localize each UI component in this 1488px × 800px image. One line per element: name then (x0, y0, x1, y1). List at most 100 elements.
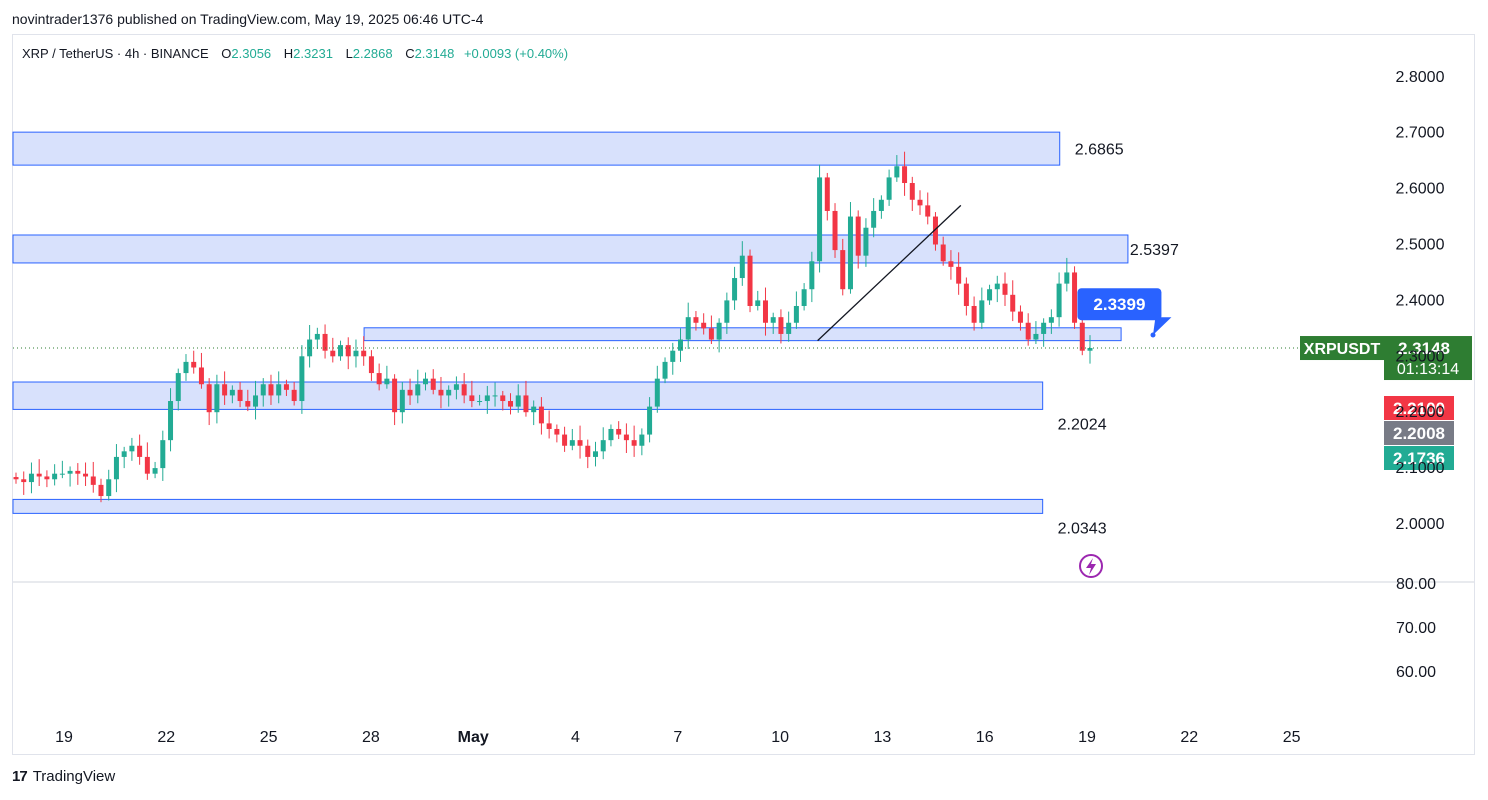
candle-body (1064, 272, 1070, 284)
candle-body (376, 373, 382, 385)
candle-body (809, 261, 815, 290)
candle-body (716, 322, 722, 340)
candle-body (608, 428, 614, 441)
candle-body (886, 177, 892, 200)
candle-body (399, 389, 405, 413)
candle-body (222, 384, 228, 396)
time-tick-label: May (458, 729, 489, 746)
price-chart[interactable]: 2.6865 2.5397 2.2024 2.0343 2.3399 XRPUSDT 2.… (0, 0, 1488, 800)
candle-body (925, 205, 931, 217)
candle-body (1079, 322, 1085, 351)
candle-body (407, 389, 413, 396)
tradingview-logo-icon: 17 (12, 768, 28, 785)
high-value: 2.3231 (293, 46, 333, 61)
candle-body (917, 199, 923, 206)
candle-body (639, 434, 645, 446)
candle-body (762, 300, 768, 323)
candle-body (291, 389, 297, 402)
candle-body (585, 445, 591, 457)
candle-body (971, 305, 977, 323)
candle-body (840, 250, 846, 290)
candle-body (793, 305, 799, 323)
price-tick-label: 2.8000 (1396, 69, 1445, 86)
oscillator-tick-label: 70.00 (1396, 620, 1436, 637)
candle-body (508, 401, 514, 407)
candle-body (577, 440, 583, 446)
candle-body (778, 317, 784, 334)
candle-body (801, 289, 807, 306)
price-tick-label: 2.5000 (1396, 237, 1445, 254)
candle-body (956, 266, 962, 284)
candle-body (1048, 317, 1054, 323)
candle-body (361, 350, 367, 357)
candle-body (52, 473, 58, 480)
candle-body (732, 278, 738, 301)
candle-body (283, 384, 289, 390)
candle-body (129, 445, 135, 452)
candle-body (631, 440, 637, 446)
low-value: 2.2868 (352, 46, 393, 61)
candle-body (994, 283, 1000, 290)
oscillator-tick-label: 80.00 (1396, 576, 1436, 593)
candle-body (592, 451, 598, 457)
time-tick-label: 22 (1180, 729, 1198, 746)
zone-price-label: 2.0343 (1058, 520, 1107, 537)
oscillator-tick-label: 60.00 (1396, 664, 1436, 681)
candle-body (724, 300, 730, 323)
candle-body (198, 367, 204, 385)
candle-body (268, 384, 274, 396)
candle-body (1041, 322, 1047, 334)
price-tick-label: 2.1000 (1396, 460, 1445, 477)
candle-body (677, 339, 683, 351)
zone-price-label: 2.2024 (1058, 416, 1107, 433)
candle-body (670, 350, 676, 362)
candle-body (430, 378, 436, 390)
candle-body (940, 244, 946, 262)
candle-body (902, 166, 908, 184)
candle-body (562, 434, 568, 446)
price-tick-label: 2.6000 (1396, 181, 1445, 198)
candle-body (368, 356, 374, 374)
candle-body (878, 199, 884, 211)
candle-body (384, 378, 390, 385)
sr-zone (363, 327, 1122, 342)
price-tick-label: 2.0000 (1396, 516, 1445, 533)
candle-body (484, 395, 490, 402)
high-label: H (283, 46, 294, 61)
candle-body (175, 373, 181, 402)
candle-body (739, 255, 745, 279)
candle-body (477, 401, 483, 403)
time-tick-label: 25 (1283, 729, 1301, 746)
symbol-tag-label: XRPUSDT (1304, 341, 1381, 358)
price-tick-label: 2.7000 (1396, 125, 1445, 142)
candle-body (662, 361, 668, 379)
sr-zone (12, 131, 1061, 166)
symbol-header[interactable]: XRP / TetherUS · 4h · BINANCE O2.3056 H2… (22, 46, 568, 61)
candle-body (67, 470, 73, 474)
candle-body (469, 395, 475, 402)
time-tick-label: 16 (976, 729, 994, 746)
candle-body (415, 384, 421, 396)
sr-zone (12, 234, 1129, 264)
candle-body (1072, 272, 1078, 323)
candle-body (894, 166, 900, 178)
tradingview-footer[interactable]: 17 TradingView (12, 768, 115, 785)
candle-body (121, 451, 127, 457)
time-tick-label: 28 (362, 729, 380, 746)
candle-body (137, 445, 143, 457)
candle-body (909, 183, 915, 200)
candle-body (453, 384, 459, 390)
time-tick-label: 13 (874, 729, 892, 746)
candle-body (1002, 283, 1008, 295)
candle-body (948, 261, 954, 267)
symbol-name[interactable]: XRP / TetherUS · 4h · BINANCE (22, 46, 209, 61)
candle-body (438, 389, 444, 396)
close-label: C (405, 46, 415, 61)
candle-body (817, 177, 823, 262)
candle-body (515, 395, 521, 407)
candle-body (28, 473, 34, 483)
candle-body (708, 328, 714, 340)
candle-body (353, 350, 359, 357)
candle-body (314, 333, 320, 340)
candle-body (276, 384, 282, 396)
